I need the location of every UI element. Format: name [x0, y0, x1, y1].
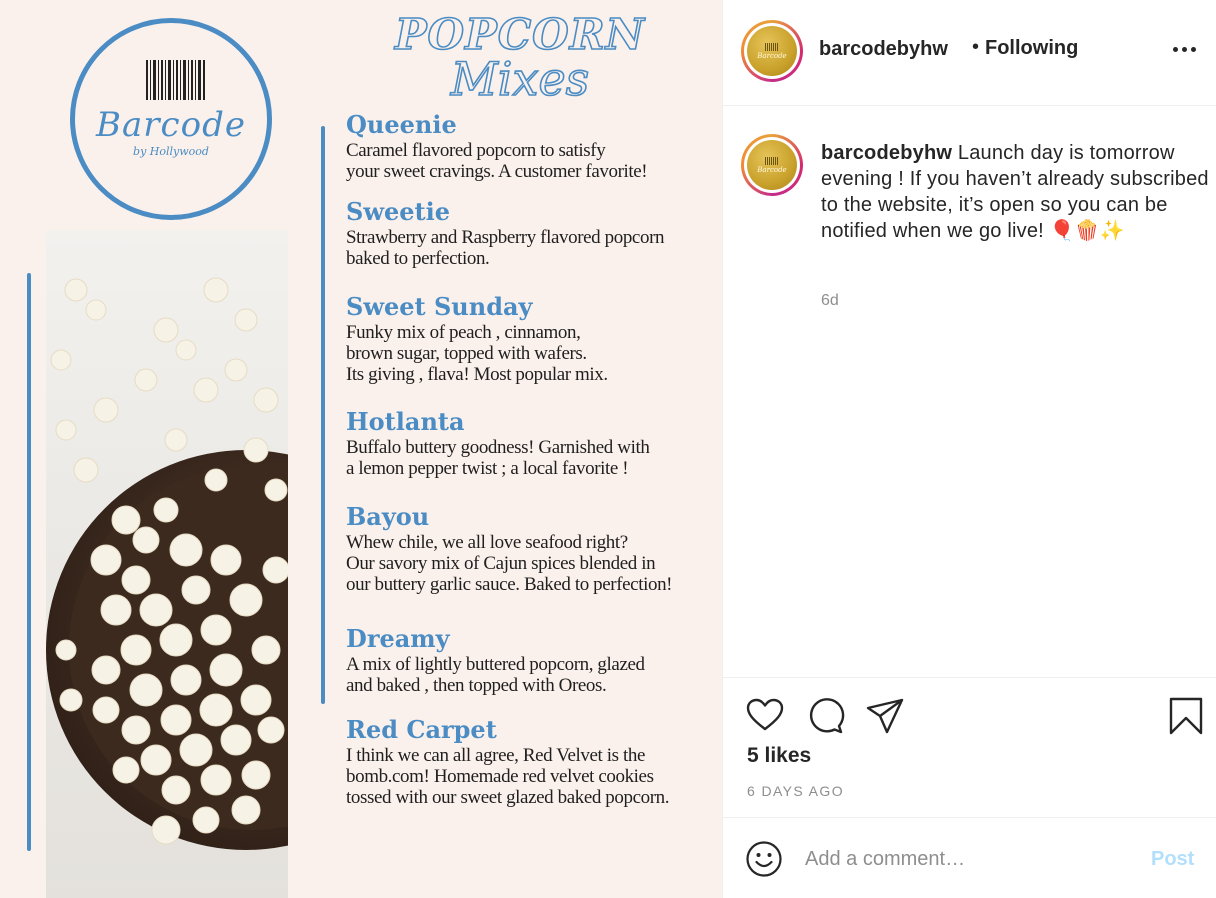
- following-button[interactable]: Following: [985, 37, 1078, 60]
- comment-input[interactable]: [805, 842, 1125, 876]
- menu-item: Red Carpet I think we can all agree, Red…: [346, 715, 722, 808]
- post-side-panel: Barcode barcodebyhw • Following Barcode …: [722, 0, 1216, 898]
- separator-dot: •: [972, 36, 980, 58]
- menu-item: Queenie Caramel flavored popcorn to sati…: [346, 110, 722, 182]
- header-username[interactable]: barcodebyhw: [819, 38, 948, 61]
- menu-item-title: Bayou: [346, 502, 430, 531]
- post-caption: barcodebyhw Launch day is tomorrow eveni…: [821, 140, 1209, 244]
- post-actions: 5 likes 6 DAYS AGO: [723, 677, 1216, 817]
- barcode-icon: [146, 60, 205, 100]
- menu-item-description: Strawberry and Raspberry flavored popcor…: [346, 227, 665, 269]
- more-options-icon[interactable]: [1173, 42, 1199, 56]
- like-heart-icon[interactable]: [745, 696, 785, 736]
- menu-item-description: Funky mix of peach , cinnamon, brown sug…: [346, 322, 608, 385]
- menu-item-description: Buffalo buttery goodness! Garnished with…: [346, 437, 650, 479]
- post-header: Barcode barcodebyhw • Following: [723, 0, 1216, 106]
- menu-item-description: I think we can all agree, Red Velvet is …: [346, 745, 670, 808]
- likes-count[interactable]: 5 likes: [747, 744, 811, 768]
- headline-mixes: Mixes: [450, 51, 590, 107]
- popcorn-bowl-illustration: [46, 277, 288, 850]
- post-comment-button[interactable]: Post: [1151, 848, 1194, 871]
- share-send-icon[interactable]: [865, 696, 905, 736]
- decorative-bar: [27, 273, 31, 851]
- post-image[interactable]: Barcode by Hollywood POPCORN Mixes Queen…: [0, 0, 722, 898]
- menu-item-title: Dreamy: [346, 624, 450, 653]
- menu-item-title: Sweet Sunday: [346, 292, 533, 321]
- popcorn-photo: [46, 230, 288, 898]
- menu-item-title: Hotlanta: [346, 407, 465, 436]
- menu-item-description: Whew chile, we all love seafood right? O…: [346, 532, 673, 595]
- menu-item: Sweet Sunday Funky mix of peach , cinnam…: [346, 292, 722, 385]
- menu-item: Sweetie Strawberry and Raspberry flavore…: [346, 197, 722, 269]
- post-date: 6 DAYS AGO: [747, 783, 844, 799]
- logo-name: Barcode: [96, 105, 246, 145]
- menu-item: Hotlanta Buffalo buttery goodness! Garni…: [346, 407, 722, 479]
- comment-bar: Post: [723, 817, 1216, 898]
- comment-icon[interactable]: [805, 696, 845, 736]
- caption-timestamp: 6d: [821, 292, 839, 309]
- caption-username[interactable]: barcodebyhw: [821, 142, 952, 164]
- brand-logo: Barcode by Hollywood: [70, 18, 272, 220]
- menu-item-description: A mix of lightly buttered popcorn, glaze…: [346, 654, 645, 696]
- avatar[interactable]: Barcode: [741, 20, 803, 82]
- menu-item-title: Sweetie: [346, 197, 451, 226]
- instagram-post-view: Barcode by Hollywood POPCORN Mixes Queen…: [0, 0, 1216, 898]
- menu-item: Dreamy A mix of lightly buttered popcorn…: [346, 624, 722, 696]
- caption-avatar[interactable]: Barcode: [741, 134, 803, 196]
- menu-item: Bayou Whew chile, we all love seafood ri…: [346, 502, 722, 595]
- logo-subtitle: by Hollywood: [133, 145, 209, 158]
- menu-item-title: Red Carpet: [346, 715, 497, 744]
- decorative-bar: [321, 126, 325, 704]
- menu-item-title: Queenie: [346, 110, 457, 139]
- emoji-icon[interactable]: [745, 840, 783, 878]
- headline: POPCORN Mixes: [380, 9, 670, 110]
- save-bookmark-icon[interactable]: [1166, 696, 1206, 736]
- menu-item-description: Caramel flavored popcorn to satisfy your…: [346, 140, 648, 182]
